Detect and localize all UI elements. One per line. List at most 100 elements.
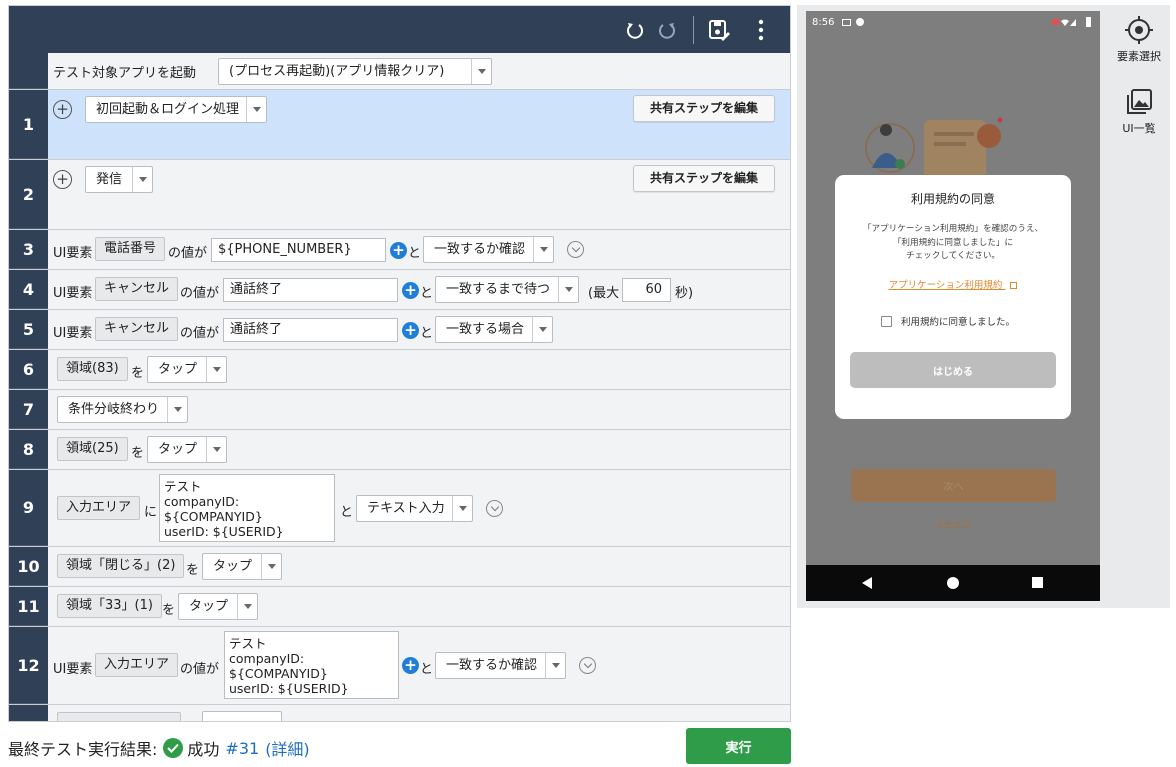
step-row-3[interactable]: 3 UI要素 電話番号 の値が ${PHONE_NUMBER} + と 一致する…: [9, 230, 790, 270]
signal-wifi-icon: [1052, 18, 1078, 26]
target-element-chip[interactable]: 領域(25): [57, 437, 128, 461]
max-seconds-input[interactable]: 60: [622, 278, 671, 302]
target-element-chip[interactable]: 領域「閉じる」(2): [57, 554, 185, 578]
expand-options-icon[interactable]: [486, 500, 503, 517]
expand-options-icon[interactable]: [579, 657, 596, 674]
target-element-chip[interactable]: 電話番号: [95, 237, 166, 261]
dialog-message: 「アプリケーション利用規約」を確認のうえ、 「利用規約に同意しました」に チェッ…: [835, 223, 1071, 264]
step-row-8[interactable]: 8 領域(25) を タップ: [9, 430, 790, 470]
target-element-chip[interactable]: 領域(83): [57, 357, 128, 381]
last-run-label: 最終テスト実行結果:: [8, 740, 158, 759]
expand-plus-icon[interactable]: +: [53, 100, 72, 119]
expand-plus-icon[interactable]: +: [53, 170, 72, 189]
launch-label: テスト対象アプリを起動: [53, 66, 197, 81]
step-row-13-partial[interactable]: [9, 705, 790, 721]
action-select[interactable]: 一致するか確認: [423, 236, 554, 263]
action-select[interactable]: 一致する場合: [435, 316, 553, 343]
step-row-11[interactable]: 11 領域「33」(1) を タップ: [9, 587, 790, 627]
action-select[interactable]: 条件分岐終わり: [57, 396, 188, 423]
agree-checkbox[interactable]: [881, 315, 892, 327]
ui-element-label: UI要素: [53, 326, 93, 341]
wo-label: を: [186, 563, 200, 578]
target-element-chip[interactable]: キャンセル: [95, 317, 179, 341]
chevron-down-icon: [545, 653, 565, 678]
play-icon: [856, 18, 865, 26]
add-variable-icon[interactable]: +: [390, 242, 407, 259]
of-value-label: の値が: [180, 286, 220, 301]
action-select[interactable]: タップ: [202, 553, 282, 580]
step-row-9[interactable]: 9 入力エリア に テスト companyID: ${COMPANYID} us…: [9, 470, 790, 547]
add-variable-icon[interactable]: +: [402, 657, 419, 674]
action-select[interactable]: 一致するまで待つ: [435, 276, 579, 303]
expected-value-input[interactable]: テスト companyID: ${COMPANYID} userID: ${US…: [224, 631, 399, 699]
android-nav-bar: [806, 565, 1100, 601]
step-row-12[interactable]: 12 UI要素 入力エリア の値が テスト companyID: ${COMPA…: [9, 627, 790, 705]
add-variable-icon[interactable]: +: [402, 282, 419, 299]
shared-step-select[interactable]: 発信: [85, 166, 153, 193]
of-value-label: の値が: [180, 326, 220, 341]
shared-step-select[interactable]: 初回起動＆ログイン処理: [85, 96, 267, 123]
step-row-4[interactable]: 4 UI要素 キャンセル の値が 通話終了 + と 一致するまで待つ (最大 6…: [9, 270, 790, 310]
target-element-chip[interactable]: [57, 712, 181, 721]
undo-icon[interactable]: [622, 17, 648, 43]
wo-label: を: [131, 366, 145, 381]
wo-label: を: [162, 603, 176, 618]
launch-row: テスト対象アプリを起動 (プロセス再起動)(アプリ情報クリア): [9, 53, 790, 90]
to-label: と: [420, 286, 434, 301]
external-link-icon: [1010, 282, 1018, 289]
action-select[interactable]: タップ: [147, 356, 227, 383]
action-value: 一致するまで待つ: [446, 282, 551, 297]
step-row-7[interactable]: 7 条件分岐終わり: [9, 390, 790, 430]
expected-value-input[interactable]: 通話終了: [223, 278, 398, 302]
chevron-down-icon: [132, 167, 152, 192]
ui-list-label: UI一覧: [1122, 122, 1156, 135]
target-element-chip[interactable]: 領域「33」(1): [57, 594, 162, 618]
run-id-link[interactable]: #31: [225, 739, 259, 758]
launch-mode-select[interactable]: (プロセス再起動)(アプリ情報クリア): [218, 58, 492, 85]
nav-back-icon[interactable]: [862, 577, 872, 589]
chevron-down-icon: [206, 357, 226, 382]
action-select[interactable]: タップ: [147, 436, 227, 463]
expected-value-input[interactable]: ${PHONE_NUMBER}: [211, 238, 386, 262]
device-screen[interactable]: 8:56 次へ スキップ 利用規約の同意 「アプリケーション利用規約」を確認のう…: [806, 11, 1100, 601]
step-row-6[interactable]: 6 領域(83) を タップ: [9, 350, 790, 390]
add-variable-icon[interactable]: +: [402, 322, 419, 339]
target-element-chip[interactable]: キャンセル: [95, 277, 179, 301]
step-row-1[interactable]: 1 + 初回起動＆ログイン処理 共有ステップを編集: [9, 90, 790, 160]
nav-recent-icon[interactable]: [1032, 577, 1043, 588]
terms-link-label: アプリケーション利用規約: [888, 280, 1003, 291]
skip-link[interactable]: スキップ: [806, 516, 1100, 529]
edit-shared-step-button[interactable]: 共有ステップを編集: [633, 95, 775, 122]
chevron-down-icon: [206, 437, 226, 462]
text-input-area[interactable]: テスト companyID: ${COMPANYID} userID: ${US…: [159, 474, 335, 542]
redo-icon[interactable]: [654, 17, 680, 43]
target-element-chip[interactable]: 入力エリア: [57, 496, 141, 520]
save-edit-icon[interactable]: [706, 17, 732, 43]
terms-link[interactable]: アプリケーション利用規約: [835, 277, 1071, 291]
launch-mode-value: (プロセス再起動)(アプリ情報クリア): [229, 64, 445, 79]
chevron-down-icon: [452, 496, 472, 521]
next-button[interactable]: 次へ: [851, 469, 1056, 502]
nav-home-icon[interactable]: [947, 577, 959, 589]
edit-shared-step-button[interactable]: 共有ステップを編集: [633, 165, 775, 192]
agree-checkbox-row[interactable]: 利用規約に同意しました。: [881, 314, 1015, 328]
run-details-link[interactable]: (詳細): [265, 736, 310, 760]
terms-dialog: 利用規約の同意 「アプリケーション利用規約」を確認のうえ、 「利用規約に同意しま…: [835, 175, 1071, 419]
step-row-10[interactable]: 10 領域「閉じる」(2) を タップ: [9, 547, 790, 587]
expected-value-input[interactable]: 通話終了: [223, 318, 398, 342]
step-number: 11: [9, 587, 48, 626]
target-element-chip[interactable]: 入力エリア: [95, 653, 179, 677]
run-button[interactable]: 実行: [686, 728, 791, 764]
ui-list-tool[interactable]: UI一覧: [1113, 87, 1165, 136]
expand-options-icon[interactable]: [567, 241, 584, 258]
action-select[interactable]: [202, 711, 282, 721]
more-menu-icon[interactable]: [748, 17, 774, 43]
select-element-tool[interactable]: 要素選択: [1113, 15, 1165, 64]
action-select[interactable]: タップ: [178, 593, 258, 620]
to-label: と: [408, 246, 422, 261]
start-button[interactable]: はじめる: [850, 352, 1056, 388]
action-select[interactable]: 一致するか確認: [435, 652, 566, 679]
step-row-5[interactable]: 5 UI要素 キャンセル の値が 通話終了 + と 一致する場合: [9, 310, 790, 350]
action-select[interactable]: テキスト入力: [356, 495, 473, 522]
step-row-2[interactable]: 2 + 発信 共有ステップを編集: [9, 160, 790, 230]
